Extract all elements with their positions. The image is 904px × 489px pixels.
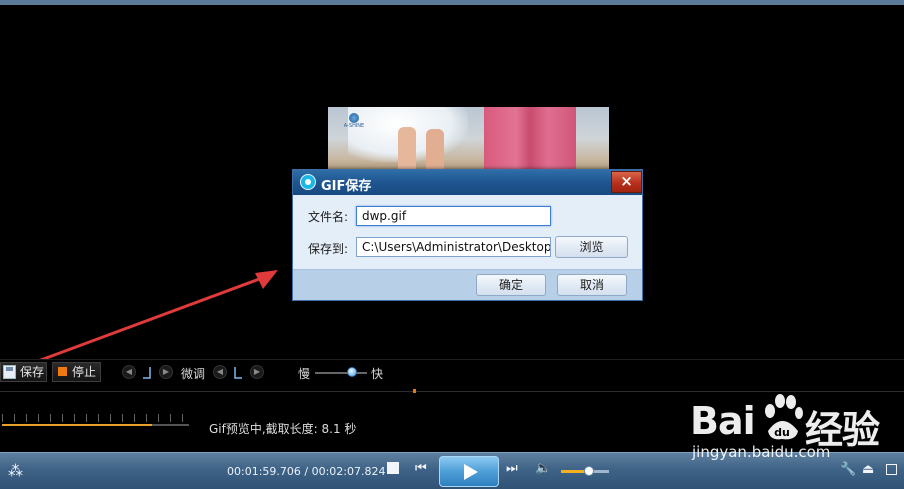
- save-label: 保存: [20, 365, 45, 379]
- filename-input[interactable]: dwp.gif: [356, 206, 551, 226]
- timeline-track[interactable]: [0, 391, 904, 392]
- range-ticks: [2, 414, 189, 422]
- baidu-jingyan-watermark: Bai du 经验 jingyan.baidu.com: [690, 393, 904, 463]
- cancel-button[interactable]: 取消: [557, 274, 627, 296]
- end-right-arrow-icon[interactable]: ▶: [250, 365, 264, 379]
- play-button[interactable]: [439, 456, 499, 487]
- previous-icon[interactable]: ⏮: [415, 461, 427, 476]
- video-pink-pants: [484, 107, 576, 177]
- saveto-label: 保存到:: [308, 242, 349, 256]
- start-marker-icon: [143, 367, 151, 379]
- volume-icon[interactable]: 🔈: [535, 461, 551, 476]
- start-right-arrow-icon[interactable]: ▶: [159, 365, 173, 379]
- video-logo-text: A-SHINE: [343, 123, 365, 129]
- browse-button[interactable]: 浏览: [555, 236, 628, 258]
- logo-globe-icon: [349, 113, 359, 123]
- slow-label: 慢: [298, 367, 311, 381]
- dialog-titlebar[interactable]: GIF保存 ×: [293, 170, 642, 195]
- dialog-footer: 确定 取消: [293, 269, 642, 300]
- start-left-arrow-icon[interactable]: ◀: [122, 365, 136, 379]
- video-logo: A-SHINE: [342, 113, 366, 133]
- settings-wrench-icon[interactable]: 🔧: [840, 462, 856, 477]
- next-icon[interactable]: ⏭: [506, 461, 518, 476]
- svg-text:du: du: [774, 426, 790, 439]
- dialog-title: GIF保存: [321, 179, 372, 194]
- ok-button[interactable]: 确定: [476, 274, 546, 296]
- footprint-icon[interactable]: ⁂: [8, 462, 23, 480]
- gif-range-bar: [2, 414, 189, 428]
- timeline-position-marker[interactable]: [413, 389, 416, 393]
- window-mode-icon[interactable]: [886, 464, 897, 475]
- end-left-arrow-icon[interactable]: ◀: [213, 365, 227, 379]
- finetune-label: 微调: [181, 367, 206, 381]
- playback-time: 00:01:59.706 / 00:02:07.824: [227, 465, 386, 478]
- eject-icon[interactable]: ⏏: [862, 462, 874, 477]
- app-logo-icon: [300, 174, 316, 190]
- range-fill: [2, 424, 152, 426]
- gif-status-text: Gif预览中,截取长度: 8.1 秒: [209, 422, 357, 436]
- close-button[interactable]: ×: [611, 171, 642, 193]
- filename-label: 文件名:: [308, 210, 349, 224]
- volume-knob[interactable]: [584, 466, 594, 476]
- watermark-url: jingyan.baidu.com: [692, 443, 831, 461]
- speed-slider-knob[interactable]: [347, 367, 357, 377]
- baidu-paw-icon: du: [765, 394, 803, 440]
- save-icon: [3, 365, 16, 379]
- arrow-head: [255, 270, 278, 289]
- stop-playback-icon[interactable]: [387, 462, 399, 474]
- save-gif-button[interactable]: 保存: [0, 362, 47, 382]
- stop-button[interactable]: 停止: [52, 362, 101, 382]
- saveto-path-input[interactable]: C:\Users\Administrator\Desktop: [356, 237, 551, 257]
- video-preview: A-SHINE: [328, 107, 609, 177]
- stop-label: 停止: [72, 365, 97, 379]
- speed-slider[interactable]: [315, 372, 367, 374]
- stop-icon: [58, 367, 67, 376]
- arrow-shaft: [21, 276, 263, 369]
- watermark-bai: Bai: [690, 399, 756, 443]
- dialog-body: 文件名: dwp.gif 保存到: C:\Users\Administrator…: [293, 195, 642, 269]
- fast-label: 快: [371, 367, 384, 381]
- gif-save-dialog: GIF保存 × 文件名: dwp.gif 保存到: C:\Users\Admin…: [292, 169, 643, 301]
- end-marker-icon: [234, 367, 242, 379]
- window-top-edge: [0, 0, 904, 5]
- gif-control-row: 保存 停止 ◀ ▶ 微调 ◀ ▶ 慢 快: [0, 359, 904, 383]
